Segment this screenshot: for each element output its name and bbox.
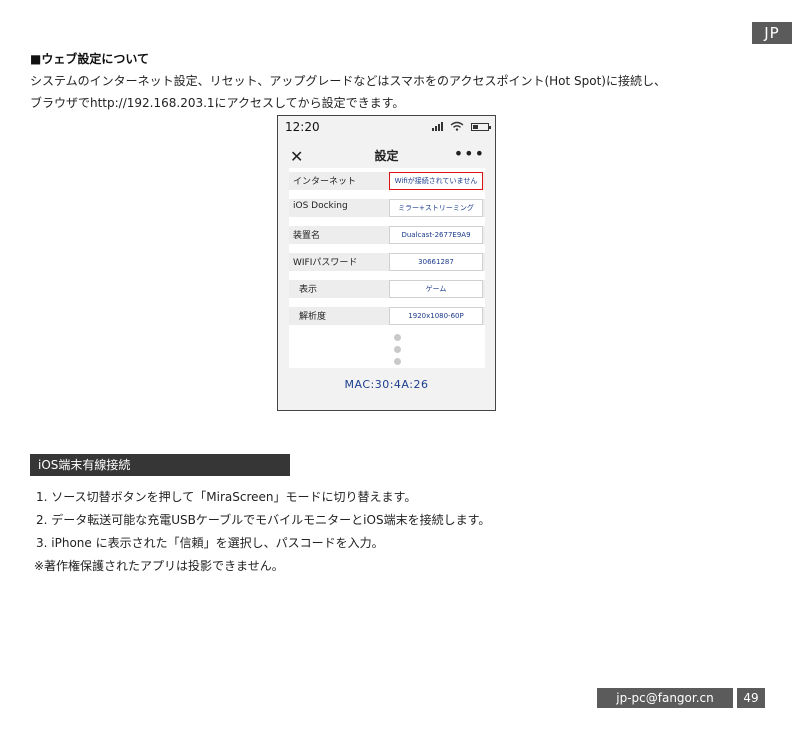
setting-value[interactable]: Dualcast-2677E9A9	[389, 226, 483, 244]
settings-list: インターネット Wifiが接続されていません iOS Docking ミラー+ス…	[289, 168, 485, 368]
setting-label: 解析度	[299, 312, 327, 322]
step-1: 1. ソース切替ボタンを押して「MiraScreen」モードに切り替えます。	[36, 490, 417, 504]
setting-row-ios-docking[interactable]: iOS Docking ミラー+ストリーミング	[289, 199, 485, 217]
battery-icon	[471, 123, 491, 131]
signal-icon	[432, 121, 443, 131]
ellipsis-dot	[394, 334, 401, 341]
wifi-icon	[450, 121, 464, 131]
setting-row-internet[interactable]: インターネット Wifiが接続されていません	[289, 172, 485, 190]
section-title-bar: iOS端末有線接続	[30, 454, 290, 476]
setting-row-resolution[interactable]: 解析度 1920x1080-60P	[289, 307, 485, 325]
more-icon[interactable]: •••	[454, 144, 485, 163]
setting-value[interactable]: 30661287	[389, 253, 483, 271]
setting-label: インターネット	[293, 177, 357, 187]
setting-label: iOS Docking	[293, 201, 348, 211]
setting-value[interactable]: ゲーム	[389, 280, 483, 298]
setting-value[interactable]: ミラー+ストリーミング	[389, 199, 483, 217]
web-settings-heading: ■ウェブ設定について	[30, 52, 149, 66]
mac-address: MAC:30:4A:26	[344, 378, 429, 391]
setting-label: 表示	[299, 285, 318, 295]
phone-screenshot: 12:20 ✕ 設定 ••• インターネット Wifiが接続されていません iO…	[277, 115, 496, 411]
copyright-note: ※著作権保護されたアプリは投影できません。	[34, 559, 284, 573]
nav-bar: ✕ 設定 •••	[278, 144, 495, 168]
setting-label: 装置名	[293, 231, 321, 241]
page-number: 49	[737, 688, 765, 708]
status-icons	[432, 121, 491, 131]
ellipsis-dot	[394, 346, 401, 353]
setting-row-display[interactable]: 表示 ゲーム	[289, 280, 485, 298]
ellipsis-dot	[394, 358, 401, 365]
setting-label: WIFIパスワード	[293, 258, 358, 268]
setting-value[interactable]: Wifiが接続されていません	[389, 172, 483, 190]
setting-value[interactable]: 1920x1080-60P	[389, 307, 483, 325]
intro-line-1: システムのインターネット設定、リセット、アップグレードなどはスマホをのアクセスポ…	[30, 74, 666, 88]
status-bar: 12:20	[278, 116, 495, 138]
language-tab: JP	[752, 22, 792, 44]
intro-line-2: ブラウザでhttp://192.168.203.1にアクセスしてから設定できます…	[30, 96, 405, 110]
step-2: 2. データ転送可能な充電USBケーブルでモバイルモニターとiOS端末を接続しま…	[36, 513, 491, 527]
setting-row-device-name[interactable]: 装置名 Dualcast-2677E9A9	[289, 226, 485, 244]
footer-email: jp-pc@fangor.cn	[597, 688, 733, 708]
status-time: 12:20	[285, 120, 320, 134]
step-3: 3. iPhone に表示された「信頼」を選択し、パスコードを入力。	[36, 536, 384, 550]
setting-row-wifi-password[interactable]: WIFIパスワード 30661287	[289, 253, 485, 271]
